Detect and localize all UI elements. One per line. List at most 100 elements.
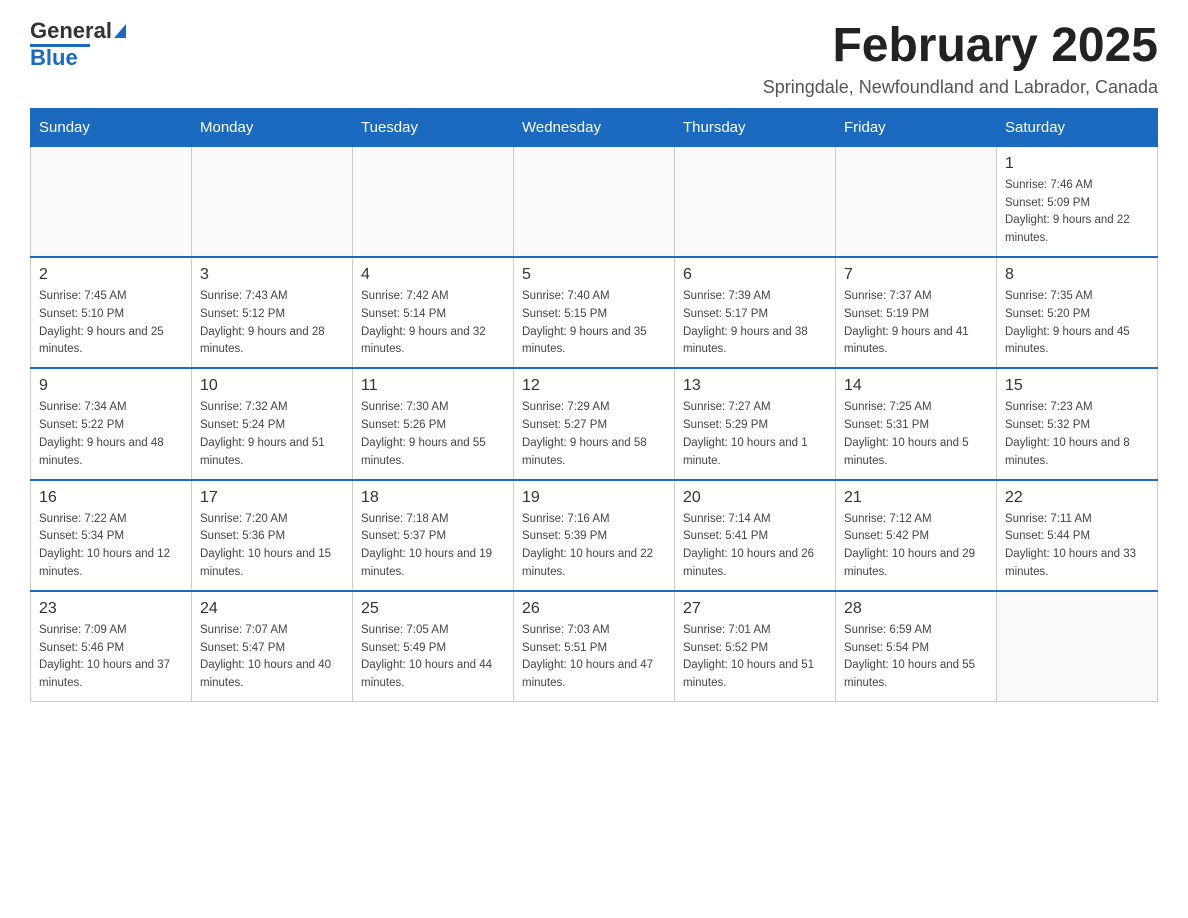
day-number: 1 xyxy=(1005,155,1149,173)
day-info: Sunrise: 7:37 AMSunset: 5:19 PMDaylight:… xyxy=(844,288,988,359)
calendar-day-cell: 2 Sunrise: 7:45 AMSunset: 5:10 PMDaylight… xyxy=(31,257,192,368)
day-number: 5 xyxy=(522,266,666,284)
calendar-day-cell xyxy=(675,146,836,257)
header-monday: Monday xyxy=(192,108,353,146)
day-number: 3 xyxy=(200,266,344,284)
day-info: Sunrise: 7:05 AMSunset: 5:49 PMDaylight:… xyxy=(361,622,505,693)
day-info: Sunrise: 7:39 AMSunset: 5:17 PMDaylight:… xyxy=(683,288,827,359)
calendar-day-cell: 16 Sunrise: 7:22 AMSunset: 5:34 PMDayligh… xyxy=(31,480,192,591)
calendar-day-cell: 7 Sunrise: 7:37 AMSunset: 5:19 PMDaylight… xyxy=(836,257,997,368)
day-number: 6 xyxy=(683,266,827,284)
day-number: 7 xyxy=(844,266,988,284)
calendar-day-cell: 9 Sunrise: 7:34 AMSunset: 5:22 PMDaylight… xyxy=(31,368,192,479)
day-number: 22 xyxy=(1005,489,1149,507)
day-info: Sunrise: 7:16 AMSunset: 5:39 PMDaylight:… xyxy=(522,511,666,582)
day-info: Sunrise: 7:29 AMSunset: 5:27 PMDaylight:… xyxy=(522,399,666,470)
calendar-day-cell: 24 Sunrise: 7:07 AMSunset: 5:47 PMDayligh… xyxy=(192,591,353,702)
weekday-header-row: Sunday Monday Tuesday Wednesday Thursday… xyxy=(31,108,1158,146)
day-number: 13 xyxy=(683,377,827,395)
calendar-day-cell xyxy=(353,146,514,257)
day-number: 11 xyxy=(361,377,505,395)
calendar-day-cell: 23 Sunrise: 7:09 AMSunset: 5:46 PMDayligh… xyxy=(31,591,192,702)
day-info: Sunrise: 7:25 AMSunset: 5:31 PMDaylight:… xyxy=(844,399,988,470)
calendar-day-cell: 21Sunrise: 7:12 AMSunset: 5:42 PMDayligh… xyxy=(836,480,997,591)
header-thursday: Thursday xyxy=(675,108,836,146)
calendar-day-cell: 19 Sunrise: 7:16 AMSunset: 5:39 PMDayligh… xyxy=(514,480,675,591)
logo-general: General xyxy=(30,20,112,42)
day-info: Sunrise: 7:42 AMSunset: 5:14 PMDaylight:… xyxy=(361,288,505,359)
calendar-day-cell: 12 Sunrise: 7:29 AMSunset: 5:27 PMDayligh… xyxy=(514,368,675,479)
calendar-day-cell: 3 Sunrise: 7:43 AMSunset: 5:12 PMDaylight… xyxy=(192,257,353,368)
calendar-day-cell: 27 Sunrise: 7:01 AMSunset: 5:52 PMDayligh… xyxy=(675,591,836,702)
calendar-day-cell: 26 Sunrise: 7:03 AMSunset: 5:51 PMDayligh… xyxy=(514,591,675,702)
day-info: Sunrise: 7:32 AMSunset: 5:24 PMDaylight:… xyxy=(200,399,344,470)
day-number: 24 xyxy=(200,600,344,618)
day-info: Sunrise: 7:35 AMSunset: 5:20 PMDaylight:… xyxy=(1005,288,1149,359)
logo: General Blue xyxy=(30,20,126,69)
calendar-day-cell xyxy=(31,146,192,257)
calendar-day-cell: 22 Sunrise: 7:11 AMSunset: 5:44 PMDayligh… xyxy=(997,480,1158,591)
day-number: 16 xyxy=(39,489,183,507)
day-info: Sunrise: 7:14 AMSunset: 5:41 PMDaylight:… xyxy=(683,511,827,582)
day-info: Sunrise: 7:11 AMSunset: 5:44 PMDaylight:… xyxy=(1005,511,1149,582)
calendar-day-cell: 20 Sunrise: 7:14 AMSunset: 5:41 PMDayligh… xyxy=(675,480,836,591)
day-info: Sunrise: 7:43 AMSunset: 5:12 PMDaylight:… xyxy=(200,288,344,359)
header-tuesday: Tuesday xyxy=(353,108,514,146)
calendar-day-cell: 11 Sunrise: 7:30 AMSunset: 5:26 PMDayligh… xyxy=(353,368,514,479)
location-subtitle: Springdale, Newfoundland and Labrador, C… xyxy=(763,77,1158,98)
calendar-week-4: 16 Sunrise: 7:22 AMSunset: 5:34 PMDayligh… xyxy=(31,480,1158,591)
day-info: Sunrise: 7:45 AMSunset: 5:10 PMDaylight:… xyxy=(39,288,183,359)
day-number: 17 xyxy=(200,489,344,507)
day-info: Sunrise: 7:40 AMSunset: 5:15 PMDaylight:… xyxy=(522,288,666,359)
day-number: 9 xyxy=(39,377,183,395)
calendar-day-cell: 18 Sunrise: 7:18 AMSunset: 5:37 PMDayligh… xyxy=(353,480,514,591)
day-number: 19 xyxy=(522,489,666,507)
day-info: Sunrise: 7:46 AMSunset: 5:09 PMDaylight:… xyxy=(1005,177,1149,248)
calendar-day-cell xyxy=(836,146,997,257)
calendar-day-cell: 28Sunrise: 6:59 AMSunset: 5:54 PMDayligh… xyxy=(836,591,997,702)
day-info: Sunrise: 7:12 AMSunset: 5:42 PMDaylight:… xyxy=(844,511,988,582)
day-info: Sunrise: 7:01 AMSunset: 5:52 PMDaylight:… xyxy=(683,622,827,693)
day-number: 4 xyxy=(361,266,505,284)
day-info: Sunrise: 7:09 AMSunset: 5:46 PMDaylight:… xyxy=(39,622,183,693)
day-info: Sunrise: 7:03 AMSunset: 5:51 PMDaylight:… xyxy=(522,622,666,693)
calendar-day-cell: 1 Sunrise: 7:46 AMSunset: 5:09 PMDaylight… xyxy=(997,146,1158,257)
calendar-day-cell: 14 Sunrise: 7:25 AMSunset: 5:31 PMDayligh… xyxy=(836,368,997,479)
calendar-week-5: 23 Sunrise: 7:09 AMSunset: 5:46 PMDayligh… xyxy=(31,591,1158,702)
day-number: 26 xyxy=(522,600,666,618)
calendar-day-cell xyxy=(514,146,675,257)
day-info: Sunrise: 6:59 AMSunset: 5:54 PMDaylight:… xyxy=(844,622,988,693)
calendar-day-cell: 15Sunrise: 7:23 AMSunset: 5:32 PMDayligh… xyxy=(997,368,1158,479)
day-number: 20 xyxy=(683,489,827,507)
day-number: 18 xyxy=(361,489,505,507)
calendar-day-cell: 25 Sunrise: 7:05 AMSunset: 5:49 PMDayligh… xyxy=(353,591,514,702)
day-info: Sunrise: 7:18 AMSunset: 5:37 PMDaylight:… xyxy=(361,511,505,582)
header-wednesday: Wednesday xyxy=(514,108,675,146)
day-number: 10 xyxy=(200,377,344,395)
day-info: Sunrise: 7:07 AMSunset: 5:47 PMDaylight:… xyxy=(200,622,344,693)
day-info: Sunrise: 7:22 AMSunset: 5:34 PMDaylight:… xyxy=(39,511,183,582)
header-saturday: Saturday xyxy=(997,108,1158,146)
calendar-week-2: 2 Sunrise: 7:45 AMSunset: 5:10 PMDaylight… xyxy=(31,257,1158,368)
day-info: Sunrise: 7:30 AMSunset: 5:26 PMDaylight:… xyxy=(361,399,505,470)
day-number: 14 xyxy=(844,377,988,395)
day-number: 27 xyxy=(683,600,827,618)
day-number: 2 xyxy=(39,266,183,284)
calendar-day-cell: 5 Sunrise: 7:40 AMSunset: 5:15 PMDaylight… xyxy=(514,257,675,368)
header-sunday: Sunday xyxy=(31,108,192,146)
logo-triangle-icon xyxy=(114,24,126,38)
day-number: 23 xyxy=(39,600,183,618)
day-number: 8 xyxy=(1005,266,1149,284)
day-info: Sunrise: 7:23 AMSunset: 5:32 PMDaylight:… xyxy=(1005,399,1149,470)
page-header: General Blue February 2025 Springdale, N… xyxy=(30,20,1158,98)
day-info: Sunrise: 7:34 AMSunset: 5:22 PMDaylight:… xyxy=(39,399,183,470)
title-section: February 2025 Springdale, Newfoundland a… xyxy=(763,20,1158,98)
calendar-week-3: 9 Sunrise: 7:34 AMSunset: 5:22 PMDaylight… xyxy=(31,368,1158,479)
calendar-day-cell xyxy=(997,591,1158,702)
day-info: Sunrise: 7:27 AMSunset: 5:29 PMDaylight:… xyxy=(683,399,827,470)
day-number: 12 xyxy=(522,377,666,395)
calendar-week-1: 1 Sunrise: 7:46 AMSunset: 5:09 PMDaylight… xyxy=(31,146,1158,257)
logo-blue: Blue xyxy=(30,47,78,69)
day-number: 25 xyxy=(361,600,505,618)
month-title: February 2025 xyxy=(763,20,1158,73)
